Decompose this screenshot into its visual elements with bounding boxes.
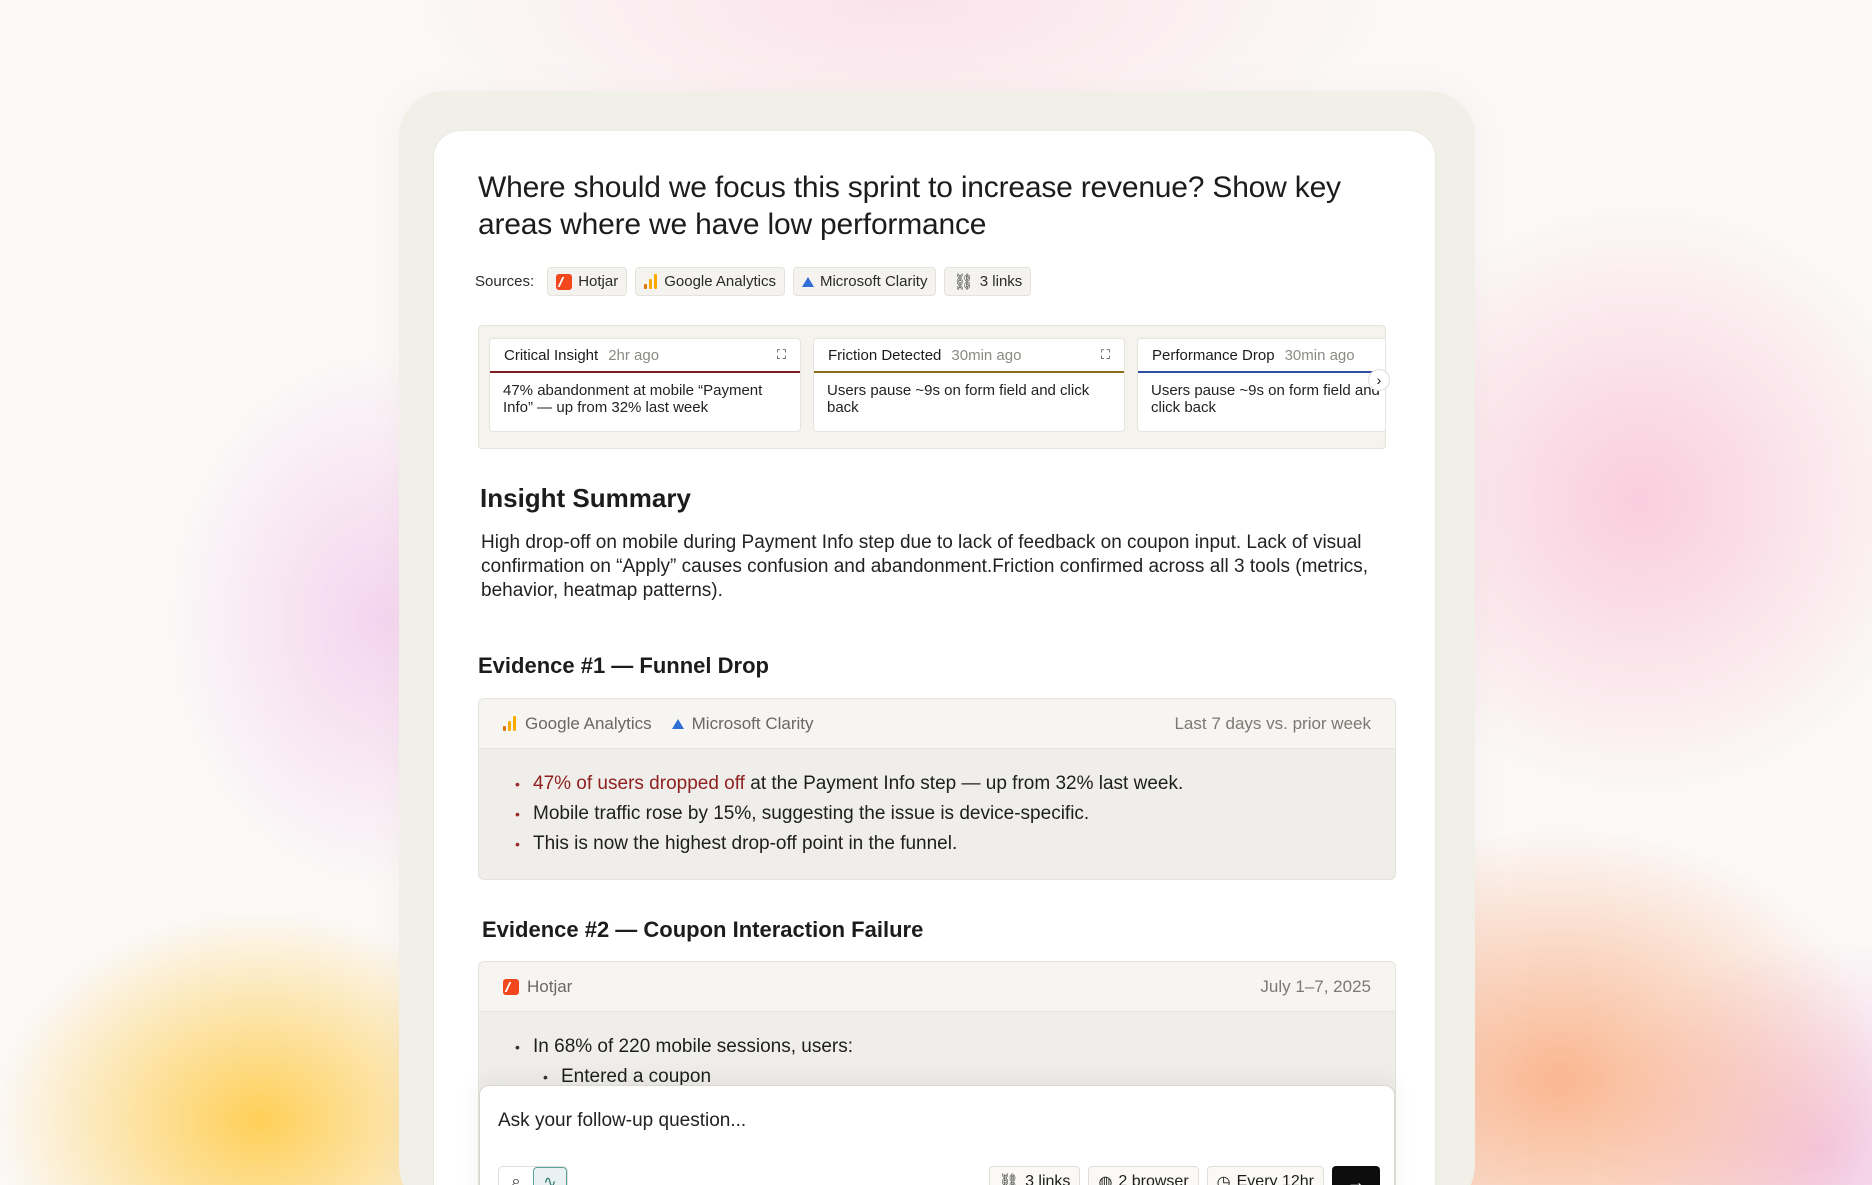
source-chip-google-analytics[interactable]: Google Analytics: [635, 267, 785, 296]
insight-summary-title: Insight Summary: [480, 483, 691, 513]
mode-toggle: ⌕ ∿: [498, 1166, 568, 1185]
list-item: This is now the highest drop-off point i…: [515, 829, 1359, 859]
composer-actions: ⛓ 3 links ◍ 2 browser ◷ Every 12hr →: [988, 1166, 1380, 1185]
links-button[interactable]: ⛓ 3 links: [988, 1166, 1081, 1185]
schedule-button[interactable]: ◷ Every 12hr: [1206, 1166, 1324, 1185]
link-icon: ⛓: [998, 1174, 1020, 1185]
evidence-source-hotjar: Hotjar: [503, 977, 572, 997]
evidence-1-header: Google Analytics Microsoft Clarity Last …: [479, 699, 1395, 749]
source-chip-hotjar[interactable]: Hotjar: [547, 267, 628, 296]
insight-card-performance[interactable]: Performance Drop 30min ago Users pause ~…: [1137, 338, 1385, 432]
expand-icon[interactable]: ⛶: [777, 347, 786, 363]
insight-title: Critical Insight: [504, 346, 599, 364]
activity-icon[interactable]: ∿: [533, 1167, 567, 1185]
clock-icon: ◷: [1216, 1174, 1231, 1185]
send-button[interactable]: →: [1332, 1166, 1380, 1185]
insight-time: 30min ago: [951, 346, 1022, 364]
question-title: Where should we focus this sprint to inc…: [478, 171, 1341, 241]
insight-title: Performance Drop: [1152, 346, 1275, 364]
evidence-date-range: July 1–7, 2025: [1260, 976, 1371, 996]
insight-summary-text: High drop-off on mobile during Payment I…: [481, 532, 1369, 601]
source-chip-microsoft-clarity[interactable]: Microsoft Clarity: [792, 267, 937, 296]
list-item: Mobile traffic rose by 15%, suggesting t…: [515, 799, 1359, 829]
follow-up-input[interactable]: Ask your follow-up question...: [498, 1110, 746, 1132]
evidence-2-header: Hotjar July 1–7, 2025: [479, 962, 1395, 1012]
insight-card-critical[interactable]: Critical Insight 2hr ago ⛶ 47% abandonme…: [489, 338, 801, 432]
microsoft-clarity-icon: [671, 718, 684, 729]
hotjar-icon: [503, 978, 519, 995]
insight-title: Friction Detected: [828, 346, 942, 364]
evidence-source-clarity: Microsoft Clarity: [671, 714, 814, 734]
insight-card-header: Critical Insight 2hr ago ⛶: [490, 339, 800, 373]
hotjar-icon: [556, 273, 573, 290]
chevron-right-icon: ›: [1376, 372, 1382, 388]
answer-card: Where should we focus this sprint to inc…: [433, 130, 1436, 1185]
evidence-source-ga: Google Analytics: [503, 714, 652, 734]
source-chip-label: Hotjar: [578, 273, 619, 290]
arrow-right-icon: →: [1347, 1171, 1365, 1185]
source-chip-label: Google Analytics: [664, 273, 776, 290]
highlight-text: 47% of users dropped off: [533, 773, 745, 794]
evidence-date-range: Last 7 days vs. prior week: [1174, 713, 1371, 733]
insight-card-friction[interactable]: Friction Detected 30min ago ⛶ Users paus…: [813, 338, 1125, 432]
insight-body: 47% abandonment at mobile “Payment Info”…: [503, 382, 763, 416]
google-analytics-icon: [644, 274, 658, 289]
search-icon[interactable]: ⌕: [499, 1167, 533, 1185]
browser-button[interactable]: ◍ 2 browser: [1088, 1166, 1199, 1185]
evidence-1-title: Evidence #1 — Funnel Drop: [478, 653, 769, 678]
globe-icon: ◍: [1098, 1174, 1113, 1185]
source-chip-label: Microsoft Clarity: [819, 273, 928, 290]
sources-label: Sources:: [475, 273, 535, 290]
insight-body: Users pause ~9s on form field and click …: [827, 382, 1090, 416]
google-analytics-icon: [503, 716, 517, 731]
expand-icon[interactable]: ⛶: [1101, 347, 1110, 363]
evidence-1-list: 47% of users dropped off at the Payment …: [479, 749, 1395, 879]
insight-carousel: Critical Insight 2hr ago ⛶ 47% abandonme…: [478, 325, 1386, 449]
insight-card-header: Friction Detected 30min ago ⛶: [814, 339, 1124, 373]
evidence-2-title: Evidence #2 — Coupon Interaction Failure: [482, 917, 924, 942]
insight-time: 2hr ago: [608, 346, 660, 364]
evidence-1-box: Google Analytics Microsoft Clarity Last …: [478, 698, 1396, 880]
sources-row: Sources: Hotjar Google Analytics Microso…: [475, 267, 1032, 296]
microsoft-clarity-icon: [801, 276, 814, 287]
source-chip-links[interactable]: ⛓ 3 links: [944, 267, 1032, 296]
link-icon: ⛓: [953, 273, 974, 291]
carousel-next-button[interactable]: ›: [1368, 369, 1390, 391]
list-item: 47% of users dropped off at the Payment …: [515, 769, 1359, 799]
insight-time: 30min ago: [1284, 346, 1355, 364]
source-chip-label: 3 links: [979, 273, 1023, 290]
insight-card-header: Performance Drop 30min ago: [1138, 339, 1385, 373]
follow-up-composer: Ask your follow-up question... ⌕ ∿ ⛓ 3 li…: [479, 1085, 1395, 1185]
insight-body: Users pause ~9s on form field and click …: [1151, 382, 1380, 416]
list-item: In 68% of 220 mobile sessions, users:: [515, 1032, 1359, 1062]
